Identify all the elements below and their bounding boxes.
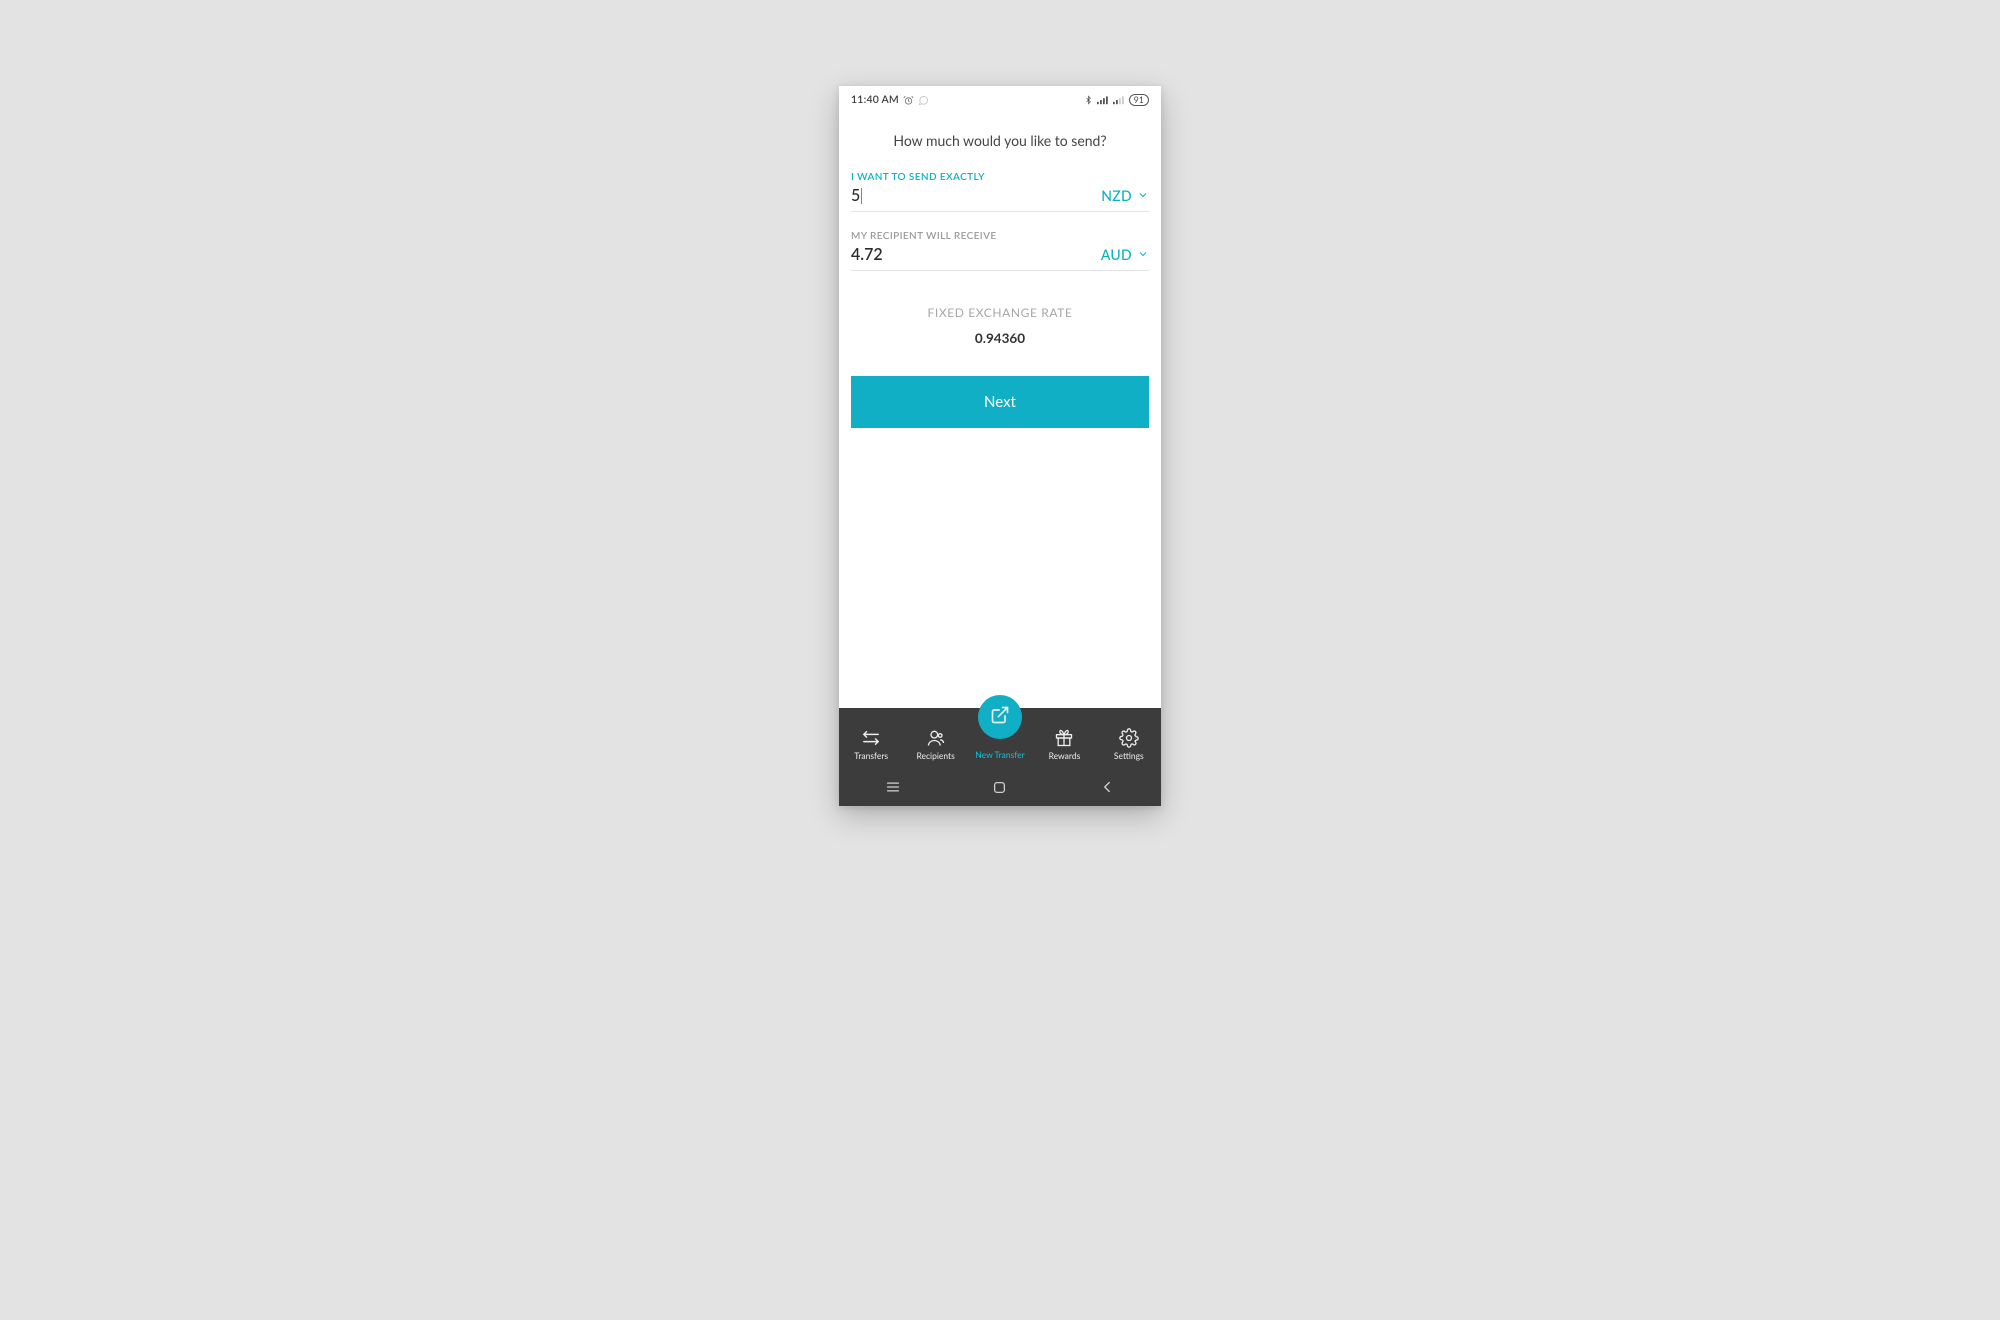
nav-transfers[interactable]: Transfers <box>839 726 903 761</box>
send-field[interactable]: I WANT TO SEND EXACTLY 5 NZD <box>851 171 1149 212</box>
phone-frame: 11:40 AM <box>839 86 1161 806</box>
send-amount-input[interactable]: 5 <box>851 186 860 205</box>
send-amount-input-wrapper[interactable]: 5 <box>851 186 862 205</box>
signal-icon <box>1097 95 1109 105</box>
status-time: 11:40 AM <box>851 94 899 106</box>
send-label: I WANT TO SEND EXACTLY <box>851 171 1149 183</box>
next-button[interactable]: Next <box>851 376 1149 428</box>
new-transfer-fab[interactable] <box>978 695 1022 739</box>
nav-new-transfer-label: New Transfer <box>975 750 1024 760</box>
main-content: How much would you like to send? I WANT … <box>839 114 1161 708</box>
status-bar: 11:40 AM <box>839 86 1161 114</box>
sys-recent-button[interactable] <box>863 781 923 793</box>
chevron-down-icon <box>1137 187 1149 204</box>
sys-home-button[interactable] <box>970 781 1030 794</box>
exchange-rate-label: FIXED EXCHANGE RATE <box>851 305 1149 320</box>
gear-icon <box>1119 728 1139 748</box>
alarm-icon <box>903 95 914 106</box>
receive-label: MY RECIPIENT WILL RECEIVE <box>851 230 1149 242</box>
bluetooth-icon <box>1084 94 1093 106</box>
nav-transfers-label: Transfers <box>854 751 888 761</box>
chat-icon <box>918 95 929 106</box>
nav-settings-label: Settings <box>1114 751 1144 761</box>
gift-icon <box>1054 728 1074 748</box>
system-nav-bar <box>839 768 1161 806</box>
transfers-icon <box>860 728 882 748</box>
status-right: 91 <box>1084 94 1149 106</box>
nav-recipients-label: Recipients <box>916 751 954 761</box>
receive-field[interactable]: MY RECIPIENT WILL RECEIVE 4.72 AUD <box>851 230 1149 271</box>
recipients-icon <box>926 728 946 748</box>
sys-back-button[interactable] <box>1077 781 1137 793</box>
chevron-down-icon <box>1137 246 1149 263</box>
exchange-rate-block: FIXED EXCHANGE RATE 0.94360 <box>851 305 1149 346</box>
nav-recipients[interactable]: Recipients <box>903 726 967 761</box>
nav-rewards[interactable]: Rewards <box>1032 726 1096 761</box>
receive-currency-code: AUD <box>1101 246 1132 263</box>
exchange-rate-value: 0.94360 <box>851 330 1149 346</box>
send-currency-selector[interactable]: NZD <box>1101 187 1149 204</box>
bottom-nav: Transfers Recipients New Transfer <box>839 708 1161 768</box>
nav-rewards-label: Rewards <box>1049 751 1081 761</box>
status-left: 11:40 AM <box>851 94 929 106</box>
nav-settings[interactable]: Settings <box>1097 726 1161 761</box>
battery-indicator: 91 <box>1129 94 1149 106</box>
nav-new-transfer[interactable]: New Transfer <box>968 726 1032 760</box>
receive-currency-selector[interactable]: AUD <box>1101 246 1149 263</box>
external-link-icon <box>990 705 1010 729</box>
signal-secondary-icon <box>1113 95 1125 105</box>
receive-amount: 4.72 <box>851 245 883 264</box>
send-currency-code: NZD <box>1101 187 1132 204</box>
page-title: How much would you like to send? <box>851 132 1149 149</box>
